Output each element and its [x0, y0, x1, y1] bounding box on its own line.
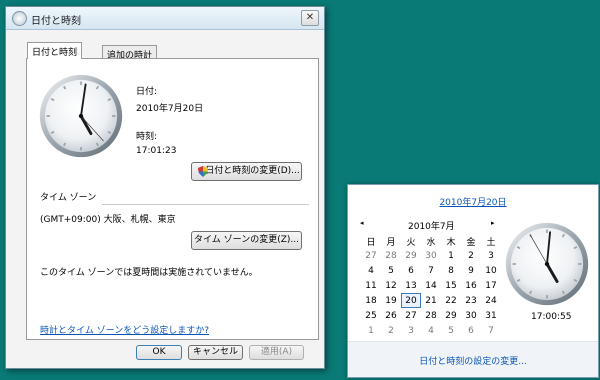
section-divider	[102, 204, 309, 205]
calendar-day[interactable]: 13	[401, 278, 421, 293]
calendar-day[interactable]: 5	[441, 323, 461, 338]
calendar-day[interactable]: 4	[361, 263, 381, 278]
calendar-day[interactable]: 15	[441, 278, 461, 293]
cancel-button[interactable]: キャンセル	[188, 345, 243, 360]
month-label[interactable]: 2010年7月	[408, 219, 455, 232]
calendar-day[interactable]: 14	[421, 278, 441, 293]
weekday-header: 火	[406, 237, 416, 248]
clock-icon	[12, 11, 27, 26]
weekday-header: 木	[446, 237, 456, 248]
calendar-day[interactable]: 12	[381, 278, 401, 293]
calendar-day[interactable]: 4	[421, 323, 441, 338]
calendar-day[interactable]: 8	[441, 263, 461, 278]
calendar-day[interactable]: 3	[401, 323, 421, 338]
calendar-week: 18 19 20 21 22 23 24	[361, 293, 501, 308]
change-timezone-button[interactable]: タイム ゾーンの変更(Z)...	[191, 231, 302, 250]
weekday-header: 日	[366, 237, 376, 248]
calendar-day[interactable]: 2	[381, 323, 401, 338]
timezone-value: (GMT+09:00) 大阪、札幌、東京	[40, 215, 176, 225]
close-button[interactable]: ✕	[301, 10, 319, 26]
flyout-analog-clock	[505, 222, 589, 306]
calendar-day[interactable]: 19	[381, 293, 401, 308]
calendar-day[interactable]: 10	[481, 263, 501, 278]
time-value: 17:01:23	[136, 146, 177, 156]
calendar-day[interactable]: 16	[461, 278, 481, 293]
change-datetime-label: 日付と時刻の変更(D)...	[205, 166, 300, 176]
flyout-time-value: 17:00:55	[531, 312, 572, 322]
calendar-day[interactable]: 7	[421, 263, 441, 278]
calendar-day[interactable]: 29	[401, 248, 421, 263]
settings-link[interactable]: 日付と時刻の設定の変更...	[348, 354, 598, 367]
calendar-day[interactable]: 27	[401, 308, 421, 323]
calendar-flyout: 2010年7月20日 ◂ 2010年7月 ▸ 日月火水木金土 27 28 29 30 1 2…	[347, 184, 599, 378]
calendar-day[interactable]: 30	[421, 248, 441, 263]
calendar-day[interactable]: 27	[361, 248, 381, 263]
ok-button[interactable]: OK	[136, 345, 182, 360]
calendar-day[interactable]: 22	[441, 293, 461, 308]
calendar-day[interactable]: 2	[461, 248, 481, 263]
prev-month-icon[interactable]: ◂	[360, 219, 364, 227]
calendar-week: 4 5 6 7 8 9 10	[361, 263, 501, 278]
date-label: 日付:	[136, 87, 158, 97]
apply-button[interactable]: 適用(A)	[249, 345, 304, 360]
calendar-day[interactable]: 6	[401, 263, 421, 278]
calendar-day[interactable]: 1	[441, 248, 461, 263]
calendar-day[interactable]: 9	[461, 263, 481, 278]
weekday-header: 水	[426, 237, 436, 248]
dst-note: このタイム ゾーンでは夏時間は実施されていません。	[40, 268, 258, 278]
calendar-week: 11 12 13 14 15 16 17	[361, 278, 501, 293]
calendar-week: 27 28 29 30 1 2 3	[361, 248, 501, 263]
analog-clock	[39, 74, 123, 158]
tab-date-time[interactable]: 日付と時刻	[27, 42, 83, 59]
dialog-title: 日付と時刻	[31, 16, 81, 27]
calendar-day[interactable]: 21	[421, 293, 441, 308]
calendar-day[interactable]: 3	[481, 248, 501, 263]
weekday-header: 土	[486, 237, 496, 248]
flyout-footer: 日付と時刻の設定の変更...	[348, 341, 598, 377]
timezone-heading: タイム ゾーン	[40, 193, 97, 203]
shield-icon	[198, 166, 208, 177]
calendar-day[interactable]: 25	[361, 308, 381, 323]
calendar-day[interactable]: 29	[441, 308, 461, 323]
calendar-day[interactable]: 6	[461, 323, 481, 338]
datetime-dialog: 日付と時刻 ✕ 日付と時刻 追加の時計 日付: 2010年7月20日 時刻: 1…	[5, 6, 325, 369]
calendar-day-today[interactable]: 20	[401, 293, 421, 308]
next-month-icon[interactable]: ▸	[491, 219, 495, 227]
calendar-day[interactable]: 5	[381, 263, 401, 278]
calendar-day[interactable]: 26	[381, 308, 401, 323]
calendar-grid: 日月火水木金土 27 28 29 30 1 2 3 4 5 6 7 8 9 10 11 12 13 14 15 16 17…	[361, 234, 501, 338]
calendar-day[interactable]: 11	[361, 278, 381, 293]
calendar-day[interactable]: 7	[481, 323, 501, 338]
calendar-day[interactable]: 18	[361, 293, 381, 308]
help-link[interactable]: 時計とタイム ゾーンをどう設定しますか?	[40, 323, 209, 336]
weekday-header: 金	[466, 237, 476, 248]
calendar-day[interactable]: 28	[421, 308, 441, 323]
date-value: 2010年7月20日	[136, 104, 204, 114]
calendar-day[interactable]: 30	[461, 308, 481, 323]
calendar-week: 25 26 27 28 29 30 31	[361, 308, 501, 323]
flyout-date-link[interactable]: 2010年7月20日	[348, 195, 598, 208]
calendar-week: 1234567	[361, 323, 501, 338]
change-datetime-button[interactable]: 日付と時刻の変更(D)...	[191, 162, 302, 181]
calendar-day[interactable]: 17	[481, 278, 501, 293]
calendar-day[interactable]: 31	[481, 308, 501, 323]
calendar-day[interactable]: 1	[361, 323, 381, 338]
weekday-header: 月	[386, 237, 396, 248]
calendar-day[interactable]: 28	[381, 248, 401, 263]
calendar-day[interactable]: 23	[461, 293, 481, 308]
time-label: 時刻:	[136, 132, 158, 142]
title-bar[interactable]: 日付と時刻 ✕	[6, 7, 324, 30]
calendar-day[interactable]: 24	[481, 293, 501, 308]
